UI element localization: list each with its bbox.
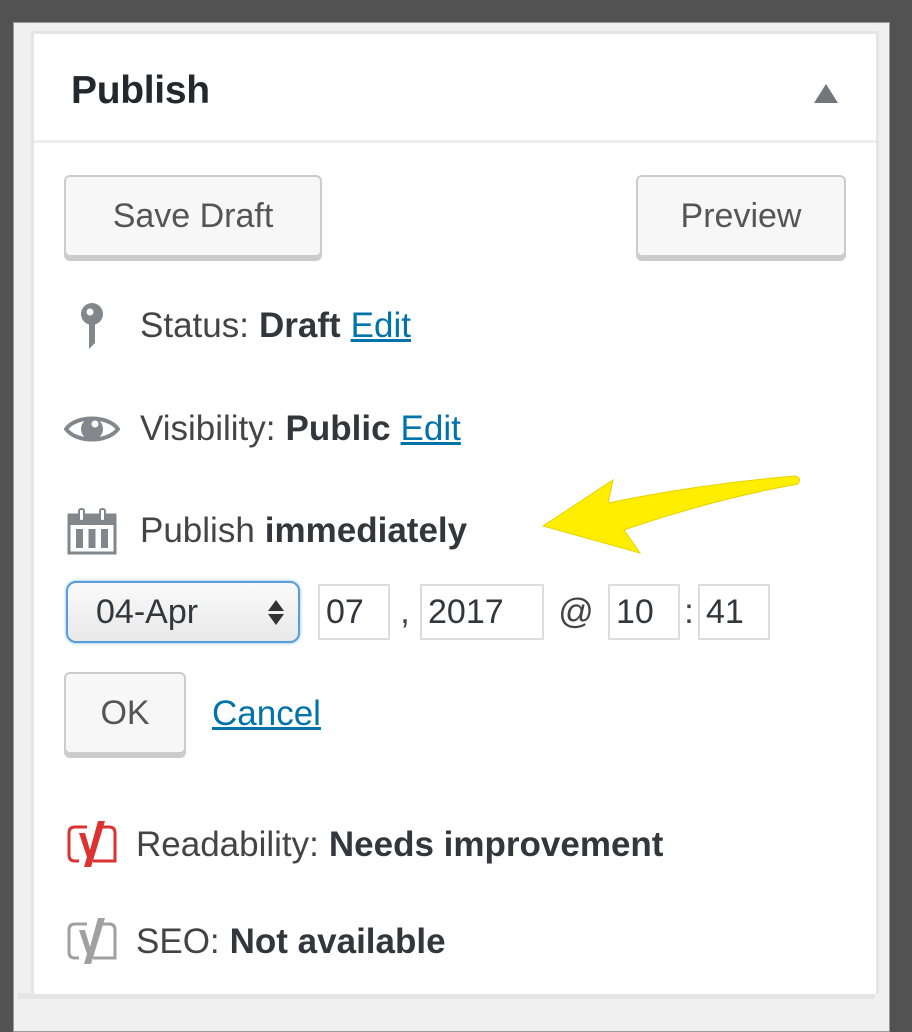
seo-row: SEO: Not available [64,914,446,970]
schedule-label: Publish [140,511,255,550]
schedule-row: Publish immediately [64,503,467,559]
date-separator-comma: , [400,592,410,631]
status-label: Status: [140,306,249,345]
yoast-seo-icon [64,914,120,970]
year-input[interactable]: 2017 [420,584,544,640]
visibility-value: Public [285,409,391,448]
visibility-row: Visibility: Public Edit [64,401,461,457]
seo-value: Not available [229,922,446,961]
day-input[interactable]: 07 [318,584,390,640]
collapse-toggle-icon[interactable] [814,84,838,103]
status-value: Draft [258,306,341,345]
month-select-value: 04-Apr [96,592,199,631]
yellow-annotation-arrow [541,475,800,554]
readability-label: Readability: [136,825,319,864]
schedule-value: immediately [264,511,468,550]
save-draft-button[interactable]: Save Draft [64,175,322,257]
metabox-title: Publish [71,69,210,112]
readability-value: Needs improvement [328,825,664,864]
cancel-link[interactable]: Cancel [212,694,321,734]
preview-button[interactable]: Preview [636,175,846,257]
hour-input[interactable]: 10 [608,584,680,640]
status-row: Status: Draft Edit [64,298,411,354]
edit-status-link[interactable]: Edit [351,306,411,346]
metabox-header: Publish [34,34,876,143]
yoast-readability-icon [64,817,120,873]
pin-icon [64,298,120,354]
timestamp-editor: 04-Apr 07 , 2017 @ 10 : 41 [66,581,770,643]
readability-row: Readability: Needs improvement [64,817,663,873]
seo-label: SEO: [136,922,220,961]
minute-input[interactable]: 41 [698,584,770,640]
time-separator-at: @ [558,592,594,631]
time-separator-colon: : [684,592,694,631]
calendar-icon [64,503,120,559]
visibility-label: Visibility: [140,409,276,448]
month-select[interactable]: 04-Apr [66,581,300,643]
ok-button[interactable]: OK [64,672,186,754]
select-arrows-icon [268,599,284,625]
edit-visibility-link[interactable]: Edit [401,409,461,449]
eye-icon [64,401,120,457]
